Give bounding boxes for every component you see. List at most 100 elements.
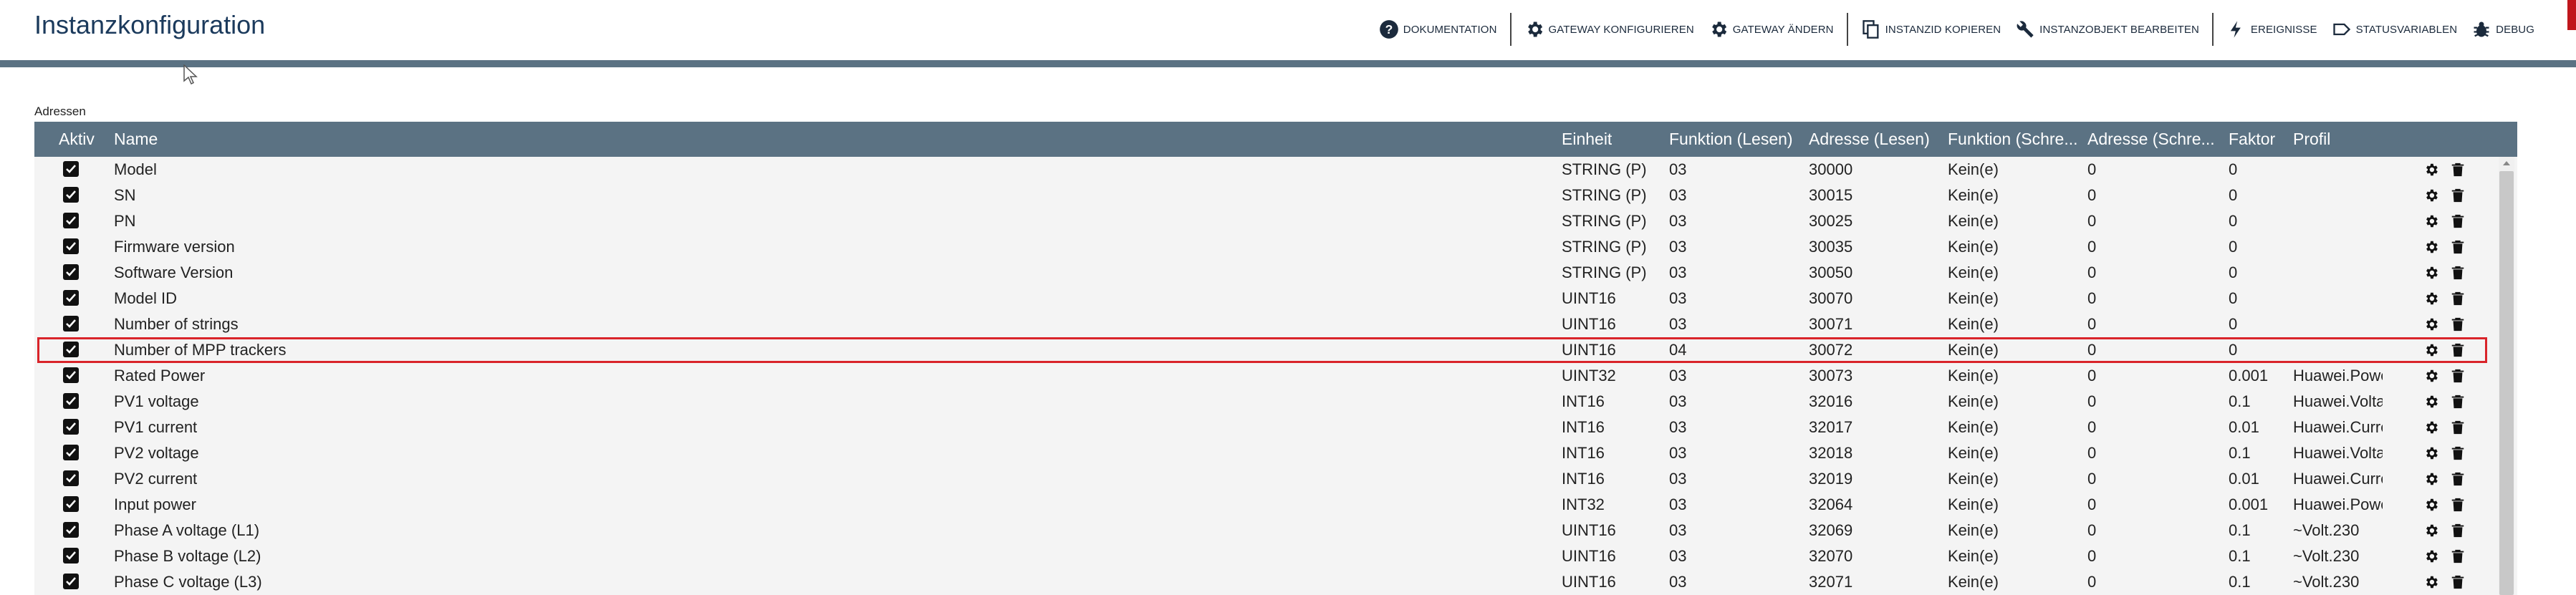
active-checkbox[interactable] [63,187,79,203]
active-checkbox[interactable] [63,264,79,280]
trash-icon[interactable] [2450,420,2466,435]
table-row[interactable]: Number of strings UINT16 03 30071 Kein(e… [34,311,2517,337]
row-address-write: 0 [2087,392,2097,410]
active-checkbox[interactable] [63,290,79,306]
active-checkbox[interactable] [63,445,79,460]
trash-icon[interactable] [2450,394,2466,410]
trash-icon[interactable] [2450,471,2466,487]
column-header-address-write[interactable]: Adresse (Schre... [2087,122,2224,157]
gear-icon[interactable] [2423,213,2439,229]
column-header-address-read[interactable]: Adresse (Lesen) [1809,122,1930,157]
configure-gateway-button[interactable]: GATEWAY KONFIGURIEREN [1517,15,1701,44]
trash-icon[interactable] [2450,239,2466,255]
column-header-function-read[interactable]: Funktion (Lesen) [1669,122,1793,157]
active-checkbox[interactable] [63,238,79,254]
trash-icon[interactable] [2450,213,2466,229]
active-checkbox[interactable] [63,393,79,409]
trash-icon[interactable] [2450,342,2466,358]
table-row[interactable]: PV1 voltage INT16 03 32016 Kein(e) 0 0.1… [34,389,2517,415]
column-header-name[interactable]: Name [114,122,158,157]
row-unit: UINT16 [1562,547,1616,565]
gear-icon[interactable] [2423,265,2439,281]
table-row[interactable]: PV1 current INT16 03 32017 Kein(e) 0 0.0… [34,415,2517,440]
table-row[interactable]: Model STRING (P) 03 30000 Kein(e) 0 0 [34,157,2517,183]
gear-icon[interactable] [2423,497,2439,513]
scroll-up-arrow-icon[interactable] [2501,159,2512,168]
trash-icon[interactable] [2450,265,2466,281]
active-checkbox[interactable] [63,161,79,177]
edit-instance-object-button[interactable]: INSTANZOBJEKT BEARBEITEN [2008,15,2206,44]
active-checkbox[interactable] [63,342,79,357]
row-factor: 0 [2229,212,2238,230]
trash-icon[interactable] [2450,445,2466,461]
gear-icon[interactable] [2423,162,2439,178]
active-checkbox[interactable] [63,419,79,435]
gear-icon[interactable] [2423,368,2439,384]
trash-icon[interactable] [2450,523,2466,538]
table-row[interactable]: Phase A voltage (L1) UINT16 03 32069 Kei… [34,518,2517,543]
active-checkbox[interactable] [63,470,79,486]
column-header-function-write[interactable]: Funktion (Schre... [1948,122,2080,157]
row-factor: 0 [2229,238,2238,256]
gear-icon[interactable] [2423,574,2439,590]
active-checkbox[interactable] [63,548,79,563]
gear-icon[interactable] [2423,188,2439,203]
gear-icon[interactable] [2423,316,2439,332]
table-row[interactable]: SN STRING (P) 03 30015 Kein(e) 0 0 [34,183,2517,208]
trash-icon[interactable] [2450,316,2466,332]
trash-icon[interactable] [2450,574,2466,590]
column-header-active[interactable]: Aktiv [59,122,95,157]
active-checkbox[interactable] [63,574,79,589]
row-name: Firmware version [114,238,235,256]
trash-icon[interactable] [2450,548,2466,564]
table-row[interactable]: Software Version STRING (P) 03 30050 Kei… [34,260,2517,286]
trash-icon[interactable] [2450,162,2466,178]
gear-icon[interactable] [2423,420,2439,435]
trash-icon[interactable] [2450,368,2466,384]
gear-icon[interactable] [2423,445,2439,461]
table-row[interactable]: Input power INT32 03 32064 Kein(e) 0 0.0… [34,492,2517,518]
active-checkbox[interactable] [63,367,79,383]
table-row[interactable]: Phase B voltage (L2) UINT16 03 32070 Kei… [34,543,2517,569]
row-factor: 0 [2229,263,2238,281]
table-row[interactable]: PV2 voltage INT16 03 32018 Kein(e) 0 0.1… [34,440,2517,466]
gear-icon[interactable] [2423,291,2439,306]
gear-icon[interactable] [2423,239,2439,255]
table-row[interactable]: Model ID UINT16 03 30070 Kein(e) 0 0 [34,286,2517,311]
column-header-unit[interactable]: Einheit [1562,122,1612,157]
gear-icon[interactable] [2423,471,2439,487]
column-header-factor[interactable]: Faktor [2229,122,2275,157]
events-button[interactable]: EREIGNISSE [2219,15,2325,44]
active-checkbox[interactable] [63,522,79,538]
debug-button[interactable]: DEBUG [2464,15,2542,44]
toolbar-divider [2211,13,2214,46]
active-checkbox[interactable] [63,213,79,228]
active-checkbox[interactable] [63,496,79,512]
row-address-read: 32069 [1809,521,1853,539]
trash-icon[interactable] [2450,497,2466,513]
scrollbar-thumb[interactable] [2499,171,2514,595]
copy-instance-id-label: INSTANZID KOPIEREN [1885,23,2001,36]
active-checkbox[interactable] [63,316,79,332]
gear-icon[interactable] [2423,394,2439,410]
gear-icon[interactable] [2423,523,2439,538]
trash-icon[interactable] [2450,188,2466,203]
table-row[interactable]: Rated Power UINT32 03 30073 Kein(e) 0 0.… [34,363,2517,389]
tag-icon [2332,23,2350,36]
copy-instance-id-button[interactable]: INSTANZID KOPIEREN [1854,15,2009,44]
change-gateway-button[interactable]: GATEWAY ÄNDERN [1701,15,1841,44]
row-address-read: 30015 [1809,186,1853,204]
gear-icon[interactable] [2423,548,2439,564]
table-row[interactable]: Number of MPP trackers UINT16 04 30072 K… [34,337,2517,363]
table-row[interactable]: PN STRING (P) 03 30025 Kein(e) 0 0 [34,208,2517,234]
status-variables-button[interactable]: STATUSVARIABLEN [2325,15,2465,44]
table-row[interactable]: Firmware version STRING (P) 03 30035 Kei… [34,234,2517,260]
trash-icon[interactable] [2450,291,2466,306]
documentation-button[interactable]: ? DOKUMENTATION [1372,15,1504,44]
row-function-read: 03 [1669,418,1687,436]
gear-icon[interactable] [2423,342,2439,358]
row-profile [2293,183,2383,208]
table-row[interactable]: Phase C voltage (L3) UINT16 03 32071 Kei… [34,569,2517,595]
table-row[interactable]: PV2 current INT16 03 32019 Kein(e) 0 0.0… [34,466,2517,492]
column-header-profile[interactable]: Profil [2293,122,2330,157]
